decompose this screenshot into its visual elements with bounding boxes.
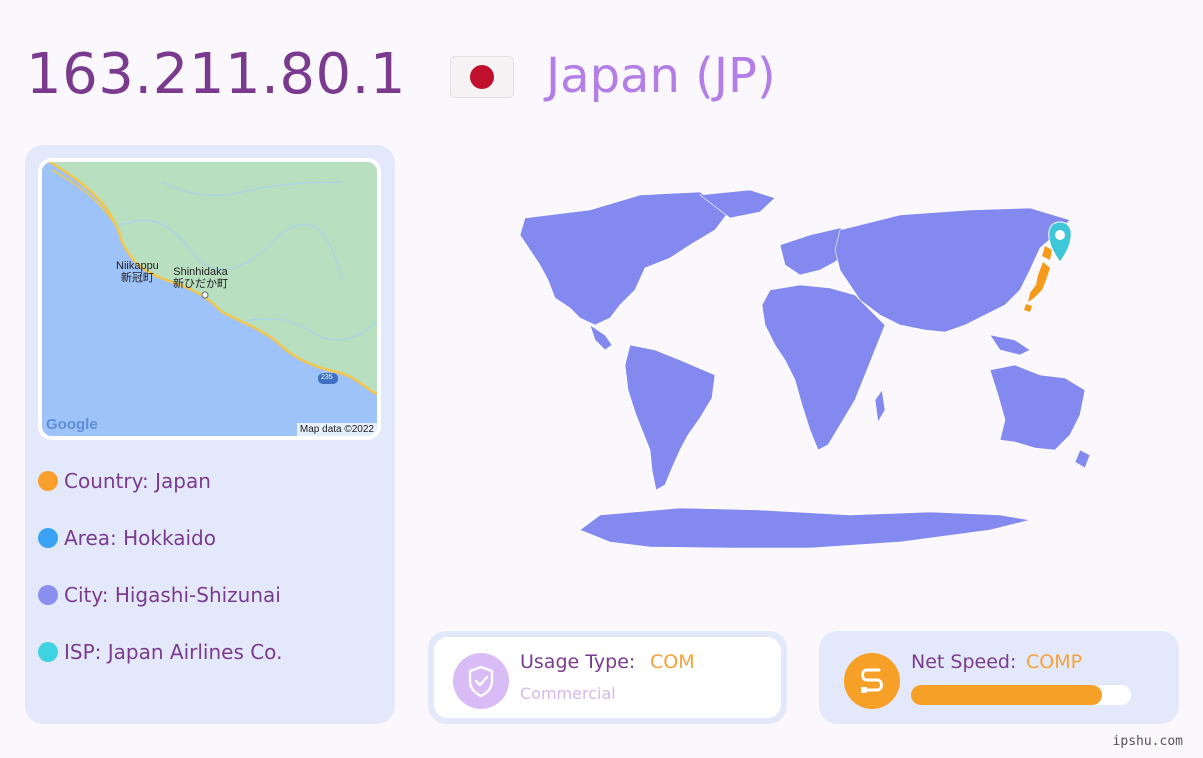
world-map xyxy=(430,150,1160,610)
usage-type-label: Usage Type: xyxy=(520,651,636,673)
speed-bar xyxy=(911,685,1131,705)
site-footer[interactable]: ipshu.com xyxy=(1113,734,1183,749)
speed-bar-fill xyxy=(911,685,1103,705)
area-dot-icon xyxy=(38,528,58,548)
map-attribution[interactable]: Map data ©2022 xyxy=(296,423,377,436)
route-shield: 235 xyxy=(321,374,333,381)
country-dot-icon xyxy=(38,471,58,491)
map-label-shinhidaka: Shinhidaka 新ひだか町 xyxy=(173,266,228,290)
info-area: Area: Hokkaido xyxy=(38,526,216,550)
city-dot-icon xyxy=(38,585,58,605)
speed-route-icon xyxy=(844,653,900,709)
net-speed-card: Net Speed: COMP xyxy=(819,631,1179,724)
google-logo: Google xyxy=(46,416,98,433)
info-isp: ISP: Japan Airlines Co. xyxy=(38,640,282,664)
country-title: Japan (JP) xyxy=(546,48,776,104)
isp-dot-icon xyxy=(38,642,58,662)
info-country: Country: Japan xyxy=(38,469,211,493)
shield-check-icon xyxy=(453,653,509,709)
usage-type-card: Usage Type: COM Commercial xyxy=(428,631,787,724)
location-panel: Niikappu 新冠町 Shinhidaka 新ひだか町 235 Google… xyxy=(25,145,395,724)
net-speed-value: COMP xyxy=(1026,651,1083,673)
info-city: City: Higashi-Shizunai xyxy=(38,583,281,607)
usage-type-value: COM xyxy=(650,651,695,673)
japan-flag-icon xyxy=(450,56,514,98)
usage-type-description: Commercial xyxy=(520,684,616,703)
map-label-niikappu: Niikappu 新冠町 xyxy=(116,260,159,284)
ip-address: 163.211.80.1 xyxy=(26,42,407,107)
net-speed-label: Net Speed: xyxy=(911,651,1017,673)
location-map[interactable]: Niikappu 新冠町 Shinhidaka 新ひだか町 235 Google… xyxy=(38,158,381,440)
